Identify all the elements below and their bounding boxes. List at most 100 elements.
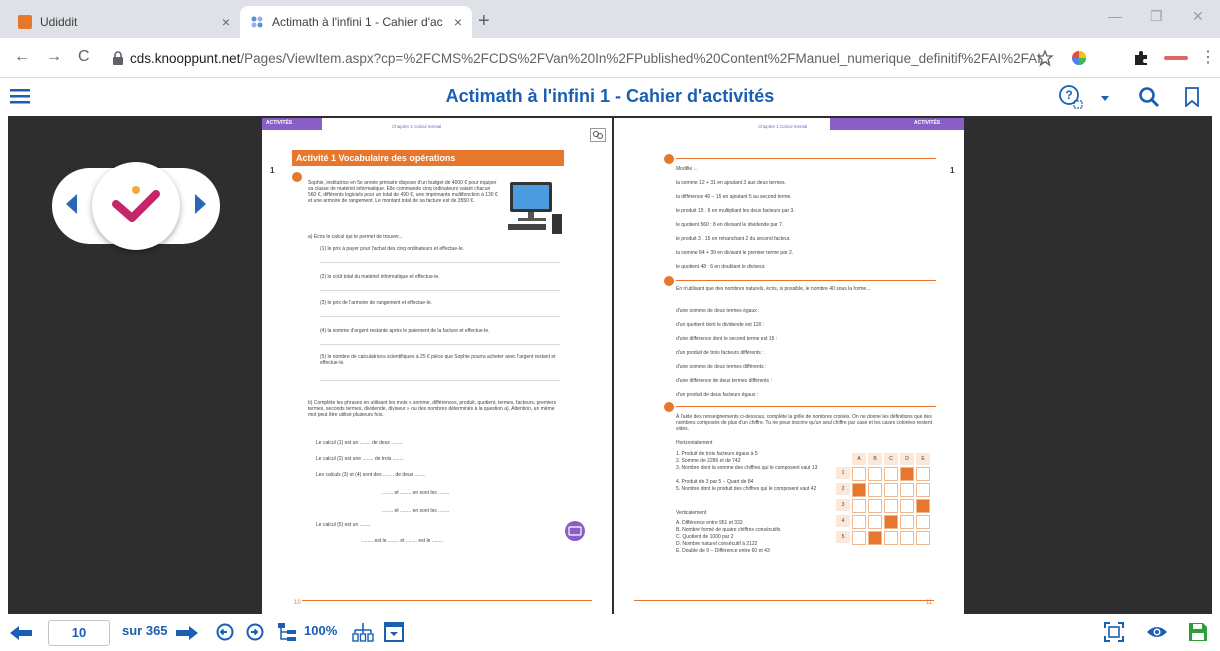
- save-icon[interactable]: [1188, 622, 1208, 647]
- next-page-arrow-icon[interactable]: [195, 194, 206, 214]
- close-tab-icon[interactable]: ×: [222, 14, 230, 30]
- answer-line: [320, 344, 560, 345]
- right-page: ACTIVITÉS Chapitre 1 Calcul mental 1 Mod…: [614, 118, 964, 614]
- q4-title: À l'aide des renseignements ci-dessous, …: [676, 414, 933, 432]
- section-line: [676, 280, 936, 281]
- help-icon[interactable]: ?: [1058, 84, 1084, 115]
- page-number-input[interactable]: 10: [48, 620, 110, 646]
- q2-item: la somme 84 + 39 en divisant le premier …: [676, 250, 794, 256]
- footer-line: [634, 600, 934, 601]
- page-header-label: ACTIVITÉS: [914, 120, 941, 126]
- close-window-icon[interactable]: ✕: [1192, 8, 1204, 25]
- restore-icon[interactable]: ❐: [1150, 8, 1163, 25]
- q2-item: la différence 46 − 15 en ajoutant 5 au s…: [676, 194, 792, 200]
- page-total-label: sur 365: [122, 623, 168, 638]
- grid-col-header: B: [868, 453, 882, 465]
- horizontal-def: 1. Produit de trois facteurs égaux à 5: [676, 451, 758, 457]
- q3-item: d'un quotient dont le dividende est 120 …: [676, 322, 765, 328]
- url-field[interactable]: cds.knooppunt.net /Pages/ViewItem.aspx?c…: [112, 44, 1050, 72]
- previous-circle-icon[interactable]: [216, 623, 234, 646]
- back-icon[interactable]: ←: [14, 48, 30, 66]
- tab-title: Actimath à l'infini 1 - Cahier d'ac: [272, 15, 443, 29]
- presentation-icon[interactable]: [384, 622, 404, 647]
- url-path: /Pages/ViewItem.aspx?cp=%2FCMS%2FCDS%2FV…: [240, 50, 1050, 66]
- grid-cell: [916, 483, 930, 497]
- page-number: 11: [926, 600, 933, 606]
- url-host: cds.knooppunt.net: [130, 50, 241, 66]
- fill-line-7: ........ est le ........ et ........ est…: [362, 538, 443, 544]
- q3-item: d'une somme de deux termes égaux :: [676, 308, 760, 314]
- fill-line-2: Le calcul (2) est une ........ de trois …: [316, 456, 404, 462]
- svg-text:?: ?: [1065, 88, 1072, 102]
- grid-cell: [852, 499, 866, 513]
- next-circle-icon[interactable]: [246, 623, 264, 646]
- search-icon[interactable]: [1138, 86, 1160, 113]
- vertical-def: E. Double de 9 − Différence entre 60 et …: [676, 548, 770, 554]
- chevron-down-icon[interactable]: [1100, 90, 1110, 108]
- zoom-level[interactable]: 100%: [304, 623, 337, 638]
- bookmark-icon[interactable]: [1184, 87, 1200, 112]
- new-tab-button[interactable]: +: [478, 10, 490, 33]
- grid-cell: [868, 515, 882, 529]
- grid-col-header: C: [884, 453, 898, 465]
- book-title: Actimath à l'infini 1 - Cahier d'activit…: [445, 86, 775, 106]
- grid-col-header: D: [900, 453, 914, 465]
- forward-icon[interactable]: →: [46, 48, 62, 66]
- grid-cell: [900, 515, 914, 529]
- question-3-badge: [664, 276, 674, 286]
- tab-udiddit[interactable]: Udiddit ×: [8, 6, 240, 38]
- color-extension-icon[interactable]: [1070, 49, 1088, 67]
- grid-row-header: 2: [836, 483, 850, 495]
- grid-cell: [884, 531, 898, 545]
- more-menu-icon[interactable]: ⋮: [1200, 47, 1216, 67]
- grid-cell: [884, 499, 898, 513]
- answer-line: [320, 316, 560, 317]
- grid-cell: [884, 483, 898, 497]
- grid-cell: [868, 483, 882, 497]
- question-2-badge: [664, 154, 674, 164]
- profile-extension-icon[interactable]: [1162, 49, 1190, 67]
- media-badge-icon[interactable]: [564, 520, 586, 547]
- knooppunt-favicon-icon: [250, 15, 264, 29]
- grid-cell: [916, 467, 930, 481]
- grid-cell: [852, 467, 866, 481]
- item-5: (5) le nombre de calculatrices scientifi…: [320, 354, 556, 366]
- address-bar: ← → C cds.knooppunt.net /Pages/ViewItem.…: [0, 38, 1220, 78]
- horizontal-def: 5. Nombre dont le produit des chiffres q…: [676, 486, 817, 492]
- udiddit-favicon-icon: [18, 15, 32, 29]
- page-nav-widget: [52, 162, 220, 250]
- star-icon[interactable]: [1036, 49, 1054, 67]
- eye-icon[interactable]: [1146, 624, 1168, 645]
- table-of-contents-icon[interactable]: [278, 623, 296, 648]
- link-icon-left[interactable]: [590, 128, 606, 147]
- page-number: 10: [294, 600, 301, 606]
- close-tab-icon[interactable]: ×: [454, 14, 462, 30]
- q3-item: d'un produit de deux facteurs égaux :: [676, 392, 759, 398]
- grid-cell: [852, 531, 866, 545]
- question-1-badge: [292, 172, 302, 182]
- horizontal-def: 2. Somme de 2286 et de 742: [676, 458, 741, 464]
- checkmark-home-button[interactable]: [92, 162, 180, 250]
- q2-item: le quotient 560 : 8 en divisant le divid…: [676, 222, 784, 228]
- vertical-def: C. Quotient de 1000 par 2: [676, 534, 734, 540]
- tab-actimath[interactable]: Actimath à l'infini 1 - Cahier d'ac ×: [240, 6, 472, 38]
- previous-page-arrow-icon[interactable]: [66, 194, 77, 214]
- extensions-puzzle-icon[interactable]: [1132, 49, 1150, 67]
- grid-cell: [900, 467, 914, 481]
- q2-item: le produit 3 . 15 en retranchant 2 du se…: [676, 236, 791, 242]
- question-4-badge: [664, 402, 674, 412]
- item-3: (3) le prix de l'armoire de rangement et…: [320, 300, 433, 306]
- first-page-arrow-icon[interactable]: [10, 626, 32, 645]
- item-4: (4) la somme d'argent restante après le …: [320, 328, 490, 334]
- grid-cell: [916, 531, 930, 545]
- page-layout-icon[interactable]: [352, 622, 374, 647]
- grid-cell: [916, 515, 930, 529]
- vertical-def: B. Nombre formé de quatre chiffres consé…: [676, 527, 781, 533]
- fullscreen-icon[interactable]: [1104, 622, 1124, 647]
- lock-icon: [112, 51, 124, 65]
- computer-illustration: [504, 180, 564, 243]
- go-to-page-arrow-icon[interactable]: [176, 626, 198, 645]
- reload-icon[interactable]: C: [78, 48, 90, 66]
- minimize-icon[interactable]: —: [1108, 8, 1122, 24]
- app-header: Actimath à l'infini 1 - Cahier d'activit…: [0, 78, 1220, 116]
